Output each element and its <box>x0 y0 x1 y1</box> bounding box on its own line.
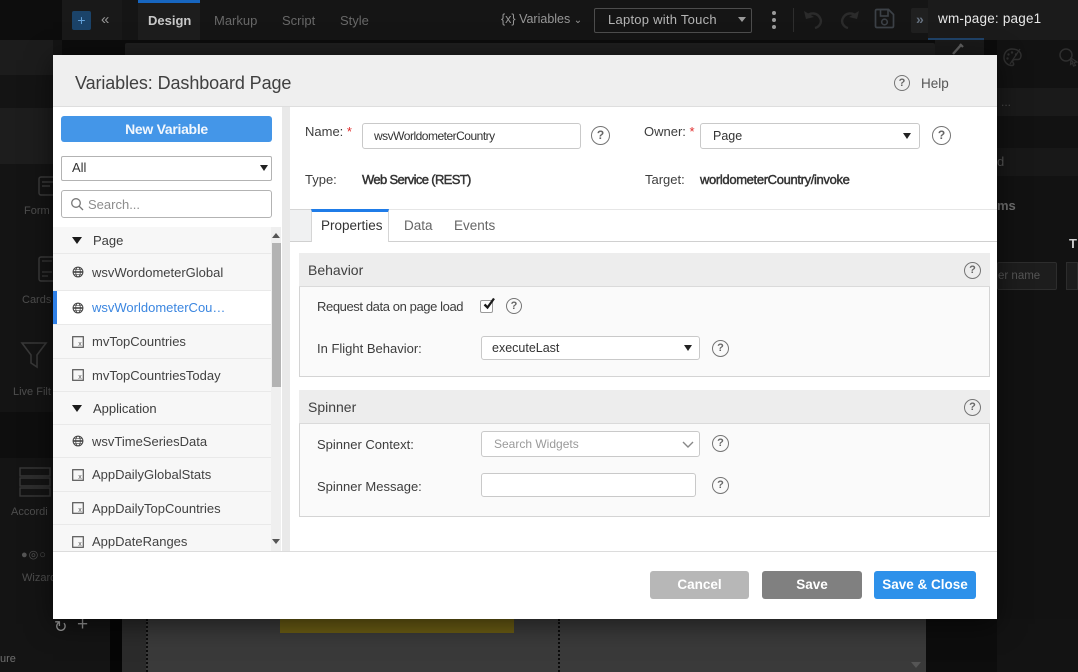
svg-text:x: x <box>78 474 82 481</box>
svg-text:x: x <box>78 341 82 348</box>
svg-text:x: x <box>78 374 82 381</box>
svg-text:x: x <box>78 507 82 514</box>
svg-text:x: x <box>78 541 82 548</box>
